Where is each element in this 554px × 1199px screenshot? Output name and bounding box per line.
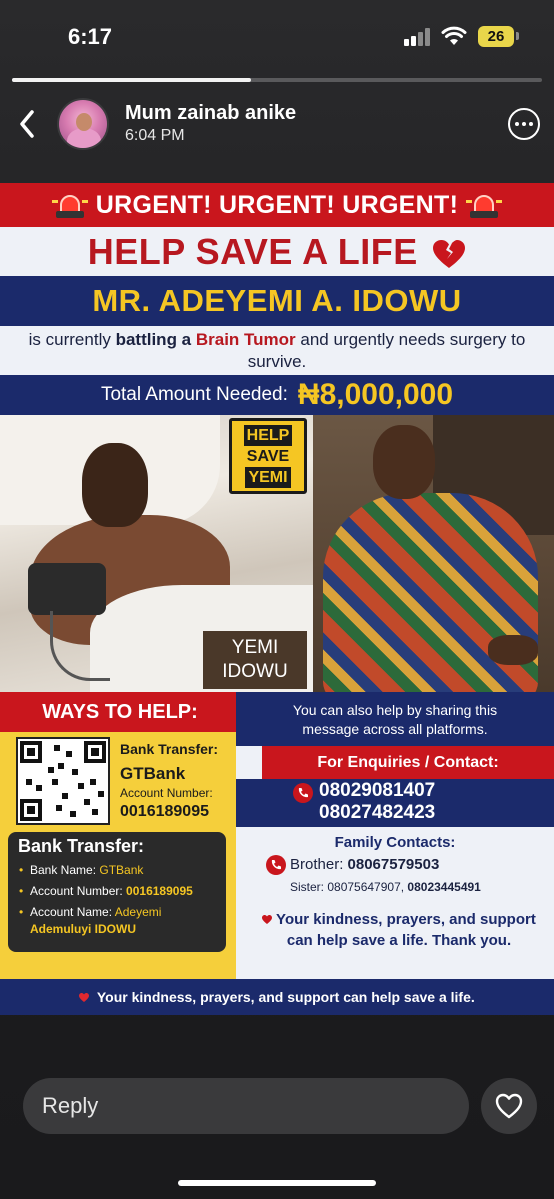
account-number-row-value: 0016189095 xyxy=(126,884,193,898)
sister-label: Sister: 08075647907, xyxy=(290,880,408,894)
enquiries-heading: For Enquiries / Contact: xyxy=(262,746,554,779)
kindness-line-1: Your kindness, prayers, and support xyxy=(276,911,536,928)
siren-icon xyxy=(466,191,503,219)
brother-contact: Brother: 08067579503 xyxy=(290,856,439,873)
name-caption-line-1: YEMI xyxy=(231,637,279,658)
avatar[interactable] xyxy=(57,98,109,150)
story-progress-track xyxy=(12,78,542,82)
account-number-label: Account Number: xyxy=(120,786,213,800)
sister-phone-2: 08023445491 xyxy=(407,880,481,894)
wifi-icon xyxy=(441,26,467,45)
account-name-value-1: Adeyemi xyxy=(114,905,162,919)
account-name-row-label: Account Name: xyxy=(30,905,115,919)
footer-banner: Your kindness, prayers, and support can … xyxy=(0,979,554,1015)
help-title-text: HELP SAVE A LIFE xyxy=(87,231,418,272)
status-bar: 6:17 26 xyxy=(0,0,554,70)
desc-pre: is currently xyxy=(28,330,116,349)
reply-input[interactable]: Reply xyxy=(23,1078,469,1134)
battery-tip xyxy=(516,32,519,40)
more-options-button[interactable] xyxy=(508,108,540,140)
help-save-title: HELP SAVE A LIFE xyxy=(0,231,554,273)
like-button[interactable] xyxy=(481,1078,537,1134)
account-number-row-label: Account Number: xyxy=(30,884,127,898)
account-name-value-2: Ademuluyi IDOWU xyxy=(30,922,137,936)
portrait-photo xyxy=(313,415,554,692)
battery-indicator: 26 xyxy=(478,26,514,47)
phone-icon xyxy=(293,783,313,803)
share-message: You can also help by sharing this messag… xyxy=(236,692,554,746)
heart-icon xyxy=(79,993,90,1003)
story-progress-fill xyxy=(12,78,251,82)
broken-heart-icon xyxy=(433,240,466,269)
bank-name-row: Bank Name: GTBank xyxy=(18,860,216,881)
bank-details-box: Bank Transfer: Bank Name: GTBank Account… xyxy=(8,832,226,952)
amount-banner: Total Amount Needed: ₦8,000,000 xyxy=(0,375,554,415)
poster-name[interactable]: Mum zainab anike xyxy=(125,102,296,125)
family-contacts-title: Family Contacts: xyxy=(334,834,456,851)
condition-description: is currently battling a Brain Tumor and … xyxy=(20,329,534,373)
tag-line-1: HELP xyxy=(243,425,293,446)
amount-label: Total Amount Needed: xyxy=(100,384,288,405)
tag-line-3: YEMI xyxy=(245,467,291,488)
bp-cuff xyxy=(28,563,106,615)
desc-bold: battling a xyxy=(115,330,196,349)
contact-phone-2: 08027482423 xyxy=(319,802,436,823)
footer-text: Your kindness, prayers, and support can … xyxy=(96,989,475,1005)
account-name-row: Account Name: Adeyemi Ademuluyi IDOWU xyxy=(18,902,216,938)
qr-code xyxy=(16,737,110,825)
phone-icon xyxy=(266,855,286,875)
post-time: 6:04 PM xyxy=(125,127,185,144)
brother-phone: 08067579503 xyxy=(347,856,440,873)
bank-details-title: Bank Transfer: xyxy=(18,836,145,856)
desc-diagnosis: Brain Tumor xyxy=(195,330,296,349)
status-time: 6:17 xyxy=(68,24,113,49)
cellular-signal-icon xyxy=(404,28,434,46)
story-image: URGENT! URGENT! URGENT! HELP SAVE A LIFE… xyxy=(0,183,554,1015)
name-caption-line-2: IDOWU xyxy=(222,661,288,682)
urgent-text: URGENT! URGENT! URGENT! xyxy=(95,190,459,219)
back-button[interactable] xyxy=(12,106,42,142)
sister-contact: Sister: 08075647907, 08023445491 xyxy=(290,880,481,894)
tag-line-2: SAVE xyxy=(246,448,290,465)
chevron-left-icon xyxy=(20,110,34,138)
siren-icon xyxy=(51,191,88,219)
bank-transfer-label: Bank Transfer: xyxy=(120,741,219,757)
kindness-message: Your kindness, prayers, and support can … xyxy=(236,901,554,979)
help-save-yemi-tag: HELP SAVE YEMI xyxy=(229,418,307,494)
amount-value: ₦8,000,000 xyxy=(297,378,454,411)
patient-name: MR. ADEYEMI A. IDOWU xyxy=(0,276,554,326)
reply-placeholder: Reply xyxy=(42,1093,99,1118)
brother-label: Brother: xyxy=(290,856,348,873)
account-number-row: Account Number: 0016189095 xyxy=(18,881,216,902)
contact-phone-1: 08029081407 xyxy=(319,780,436,801)
heart-icon xyxy=(262,915,273,925)
bank-name-row-value: GTBank xyxy=(99,863,144,877)
ways-to-help-heading: WAYS TO HELP: xyxy=(0,692,240,732)
home-indicator[interactable] xyxy=(178,1180,376,1186)
kindness-line-2: can help save a life. Thank you. xyxy=(286,932,512,949)
account-number: 0016189095 xyxy=(120,803,209,820)
bank-name: GTBank xyxy=(120,764,186,783)
share-line-2: message across all platforms. xyxy=(302,721,488,737)
bank-name-row-label: Bank Name: xyxy=(30,863,100,877)
urgent-banner: URGENT! URGENT! URGENT! xyxy=(0,183,554,227)
share-line-1: You can also help by sharing this xyxy=(292,702,498,718)
name-caption: YEMI IDOWU xyxy=(203,631,307,689)
heart-outline-icon xyxy=(495,1093,523,1119)
